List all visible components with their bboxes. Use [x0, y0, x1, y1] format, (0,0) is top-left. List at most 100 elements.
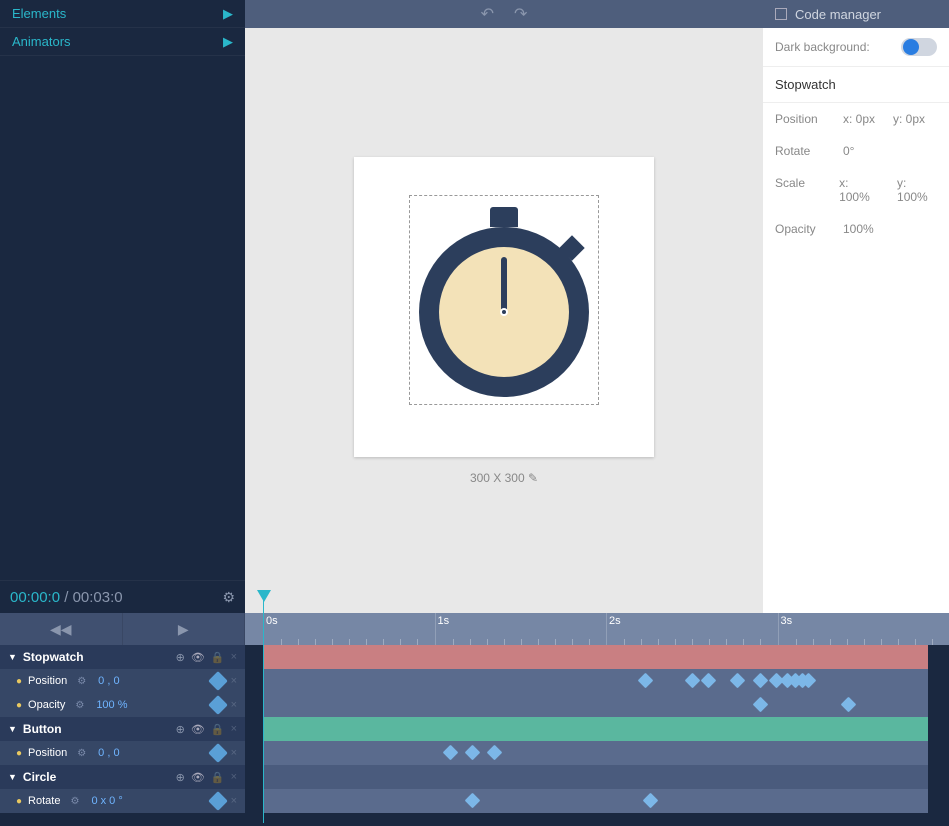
timeline-lane[interactable] [245, 789, 949, 813]
lane-bar[interactable] [263, 669, 928, 693]
track-property[interactable]: ● Position ⚙ 0 , 0 × [0, 741, 245, 765]
ruler-mark: 3s [778, 613, 949, 645]
add-keyframe-button[interactable] [208, 695, 228, 715]
pencil-icon[interactable]: ✎ [528, 471, 538, 485]
dark-background-row: Dark background: [763, 28, 949, 67]
add-keyframe-button[interactable] [208, 743, 228, 763]
lane-bar[interactable] [263, 789, 928, 813]
close-icon[interactable]: × [231, 747, 237, 759]
undo-button[interactable]: ↶ [481, 4, 494, 24]
left-sidebar: Elements ▶ Animators ▶ [0, 0, 245, 580]
stopwatch-face [439, 247, 569, 377]
lane-bar[interactable] [263, 693, 928, 717]
time-header: 00:00:0 / 00:03:0 ⚙ [0, 580, 245, 613]
add-keyframe-button[interactable] [208, 671, 228, 691]
code-manager-checkbox[interactable] [775, 8, 787, 20]
bulb-icon[interactable]: ● [16, 796, 22, 807]
track-group[interactable]: ▼ Stopwatch ⊕ 👁 🔒 × [0, 645, 245, 669]
chevron-right-icon: ▶ [223, 34, 233, 50]
timeline-lane[interactable] [245, 693, 949, 717]
lock-icon[interactable]: 🔒 [211, 771, 225, 784]
add-keyframe-button[interactable] [208, 791, 228, 811]
bulb-icon[interactable]: ● [16, 700, 22, 711]
track-property[interactable]: ● Rotate ⚙ 0 x 0 °× [0, 789, 245, 813]
sidebar-animators[interactable]: Animators ▶ [0, 28, 245, 56]
track-prop-name: Opacity [28, 699, 65, 711]
timeline-lane[interactable] [245, 741, 949, 765]
playhead-area[interactable] [245, 590, 949, 613]
lane-bar[interactable] [263, 765, 928, 789]
artboard[interactable] [354, 157, 654, 457]
playhead[interactable] [257, 590, 271, 602]
canvas-toolbar: ↶ ↷ [245, 0, 763, 28]
canvas-dimensions[interactable]: 300 X 300 ✎ [470, 471, 538, 485]
timeline-lane[interactable] [245, 765, 949, 789]
prop-position: Position x: 0px y: 0px [763, 103, 949, 135]
caret-down-icon: ▼ [8, 652, 17, 662]
lock-icon[interactable]: 🔒 [211, 723, 225, 736]
timeline-ruler[interactable]: 0s1s2s3s [245, 613, 949, 645]
code-manager-label: Code manager [795, 7, 881, 22]
prop-opacity: Opacity 100% [763, 213, 949, 245]
track-prop-name: Position [28, 747, 67, 759]
close-icon[interactable]: × [231, 675, 237, 687]
timeline-lanes [245, 645, 949, 826]
ruler-label: 2s [609, 615, 621, 627]
caret-down-icon: ▼ [8, 724, 17, 734]
close-icon[interactable]: × [231, 795, 237, 807]
prop-rotate: Rotate 0° [763, 135, 949, 167]
track-property[interactable]: ● Opacity ⚙ 100 % × [0, 693, 245, 717]
bulb-icon[interactable]: ● [16, 748, 22, 759]
target-icon[interactable]: ⊕ [176, 723, 185, 736]
chevron-right-icon: ▶ [223, 6, 233, 22]
target-icon[interactable]: ⊕ [176, 771, 185, 784]
track-value[interactable]: 0 , 0 [98, 747, 119, 759]
eye-icon[interactable]: 👁 [191, 771, 205, 784]
link-icon[interactable]: ⚙ [77, 748, 86, 759]
track-property[interactable]: ● Position ⚙ 0 , 0 × [0, 669, 245, 693]
track-name: Button [23, 722, 62, 736]
link-icon[interactable]: ⚙ [70, 796, 79, 807]
stopwatch-center [500, 308, 508, 316]
rewind-button[interactable]: ◀◀ [0, 613, 123, 645]
lane-bar[interactable] [263, 645, 928, 669]
stopwatch-element[interactable] [419, 207, 589, 407]
close-icon[interactable]: × [231, 723, 237, 735]
track-value[interactable]: 100 % [96, 699, 127, 711]
dark-background-label: Dark background: [775, 40, 870, 54]
bulb-icon[interactable]: ● [16, 676, 22, 687]
track-value[interactable]: 0 , 0 [98, 675, 119, 687]
track-value[interactable]: 0 x 0 ° [91, 795, 122, 807]
play-controls: ◀◀ ▶ [0, 613, 245, 645]
track-prop-name: Position [28, 675, 67, 687]
eye-icon[interactable]: 👁 [191, 723, 205, 736]
eye-icon[interactable]: 👁 [191, 651, 205, 664]
lane-bar[interactable] [263, 717, 928, 741]
target-icon[interactable]: ⊕ [176, 651, 185, 664]
timeline-lane[interactable] [245, 717, 949, 741]
canvas-viewport[interactable]: 300 X 300 ✎ [245, 28, 763, 613]
redo-button[interactable]: ↷ [514, 4, 527, 24]
gear-icon[interactable]: ⚙ [222, 589, 235, 606]
track-name: Circle [23, 770, 56, 784]
timeline-lane[interactable] [245, 645, 949, 669]
time-total: 00:03:0 [73, 589, 123, 606]
play-button[interactable]: ▶ [123, 613, 246, 645]
ruler-label: 0s [266, 615, 278, 627]
dark-background-toggle[interactable] [901, 38, 937, 56]
track-group[interactable]: ▼ Circle⊕👁🔒× [0, 765, 245, 789]
timeline-lane[interactable] [245, 669, 949, 693]
time-current: 00:00:0 [10, 589, 60, 606]
link-icon[interactable]: ⚙ [77, 676, 86, 687]
close-icon[interactable]: × [231, 771, 237, 783]
lock-icon[interactable]: 🔒 [211, 651, 225, 664]
link-icon[interactable]: ⚙ [75, 700, 84, 711]
close-icon[interactable]: × [231, 651, 237, 663]
code-manager-row[interactable]: Code manager [763, 0, 949, 28]
tracks-panel: ▼ Stopwatch⊕👁🔒×● Position ⚙ 0 , 0×● Opac… [0, 645, 245, 826]
track-name: Stopwatch [23, 650, 84, 664]
track-group[interactable]: ▼ Button ⊕ 👁 🔒 × [0, 717, 245, 741]
sidebar-elements[interactable]: Elements ▶ [0, 0, 245, 28]
close-icon[interactable]: × [231, 699, 237, 711]
lane-bar[interactable] [263, 741, 928, 765]
